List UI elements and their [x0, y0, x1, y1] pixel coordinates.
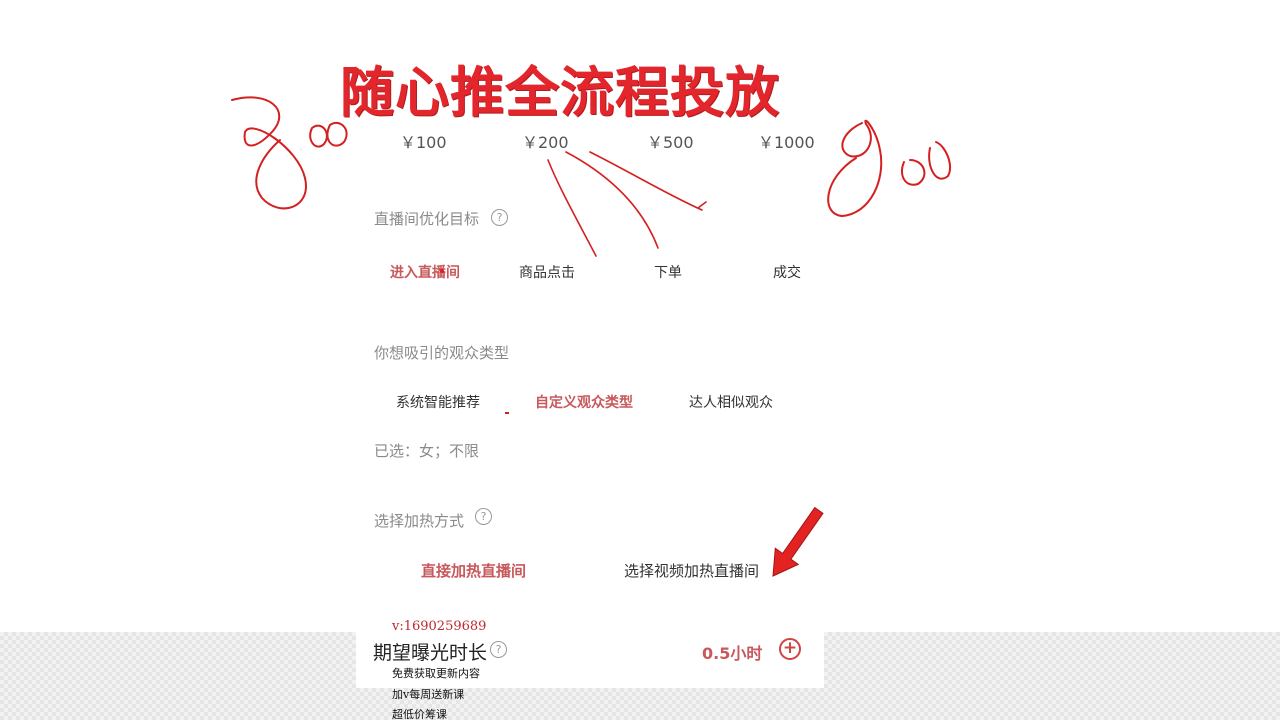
annotation-layer: 800 800 [231, 96, 952, 577]
ink-dots [440, 269, 509, 414]
handwritten-800-left-text: 800 [300, 149, 302, 151]
ink-strokes [547, 151, 707, 257]
handwritten-800-left [231, 96, 348, 210]
handwritten-800-right [827, 119, 952, 217]
red-arrow-icon [772, 506, 824, 577]
handwritten-800-right-text: 800 [900, 179, 902, 181]
